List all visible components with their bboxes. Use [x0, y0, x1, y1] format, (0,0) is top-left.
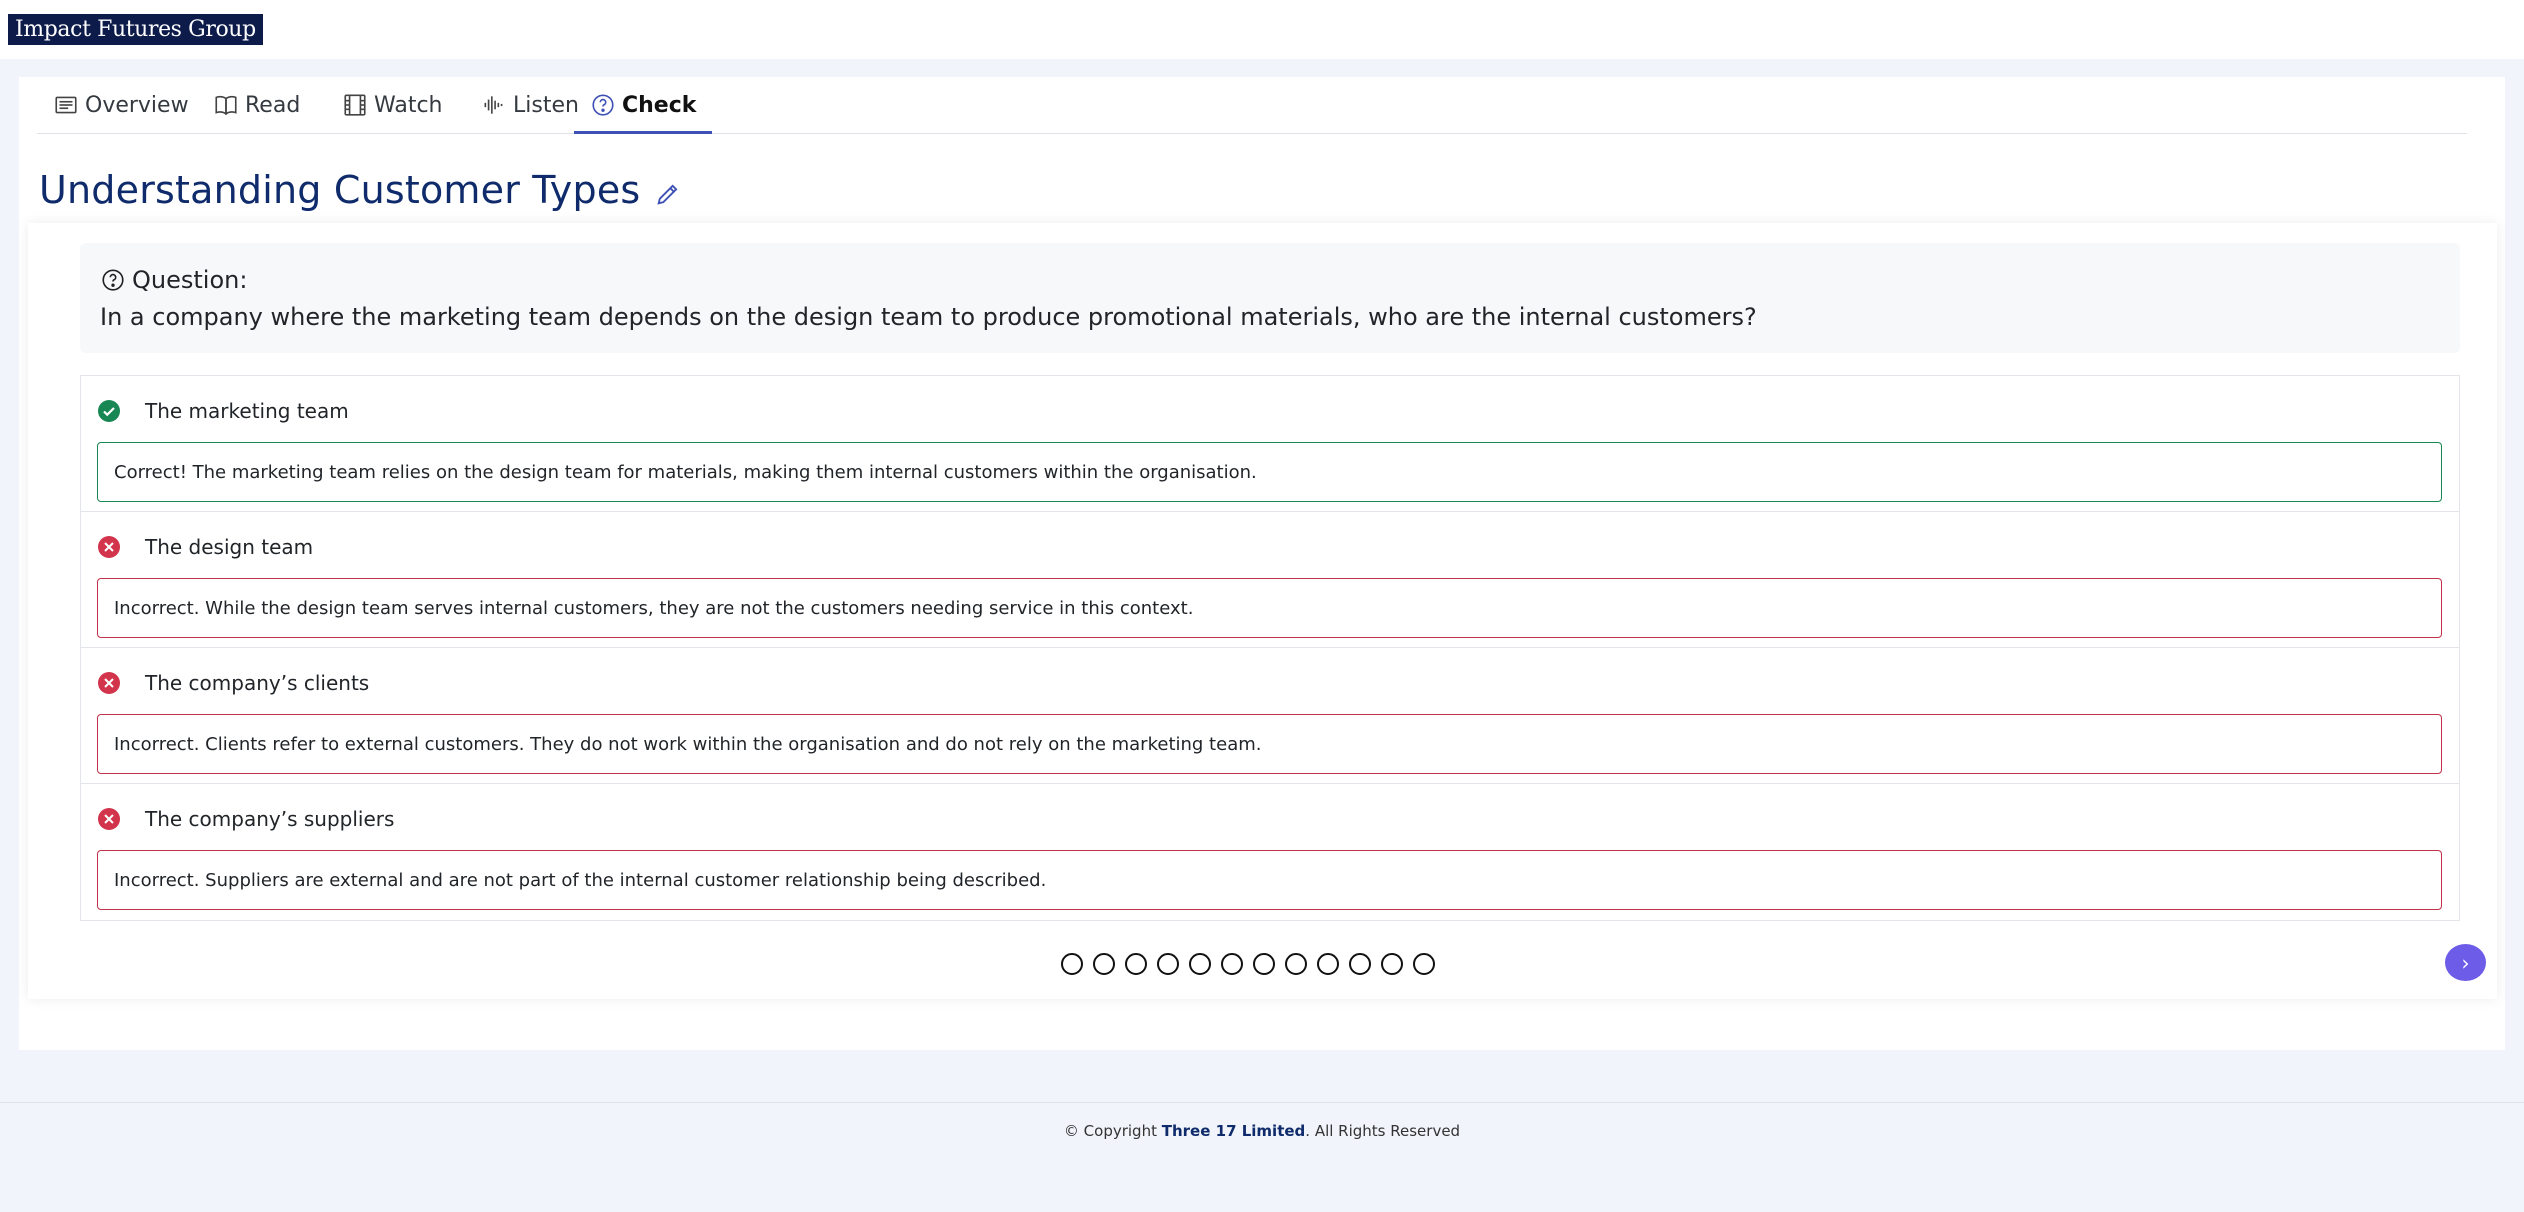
pencil-icon[interactable]	[654, 180, 682, 208]
pagination-dot[interactable]	[1381, 953, 1403, 975]
tab-watch[interactable]: Watch	[326, 77, 459, 133]
answer-label: The design team	[145, 535, 314, 559]
pagination-dot[interactable]	[1317, 953, 1339, 975]
book-icon	[215, 95, 237, 116]
footer-divider	[0, 1102, 2524, 1103]
question-text: In a company where the marketing team de…	[100, 303, 1757, 331]
page-title-row: Understanding Customer Types	[39, 163, 682, 217]
answer-header: The company’s suppliers	[97, 804, 394, 834]
top-bar: Impact Futures Group	[0, 0, 2524, 59]
content-card: Overview Read Watch Listen Check Underst…	[19, 77, 2505, 1050]
question-panel: Question: In a company where the marketi…	[28, 223, 2497, 999]
tab-label: Read	[245, 92, 301, 118]
answer-label: The marketing team	[145, 399, 349, 423]
copyright-company[interactable]: Three 17 Limited	[1162, 1122, 1306, 1140]
pagination-dot[interactable]	[1285, 953, 1307, 975]
question-circle-icon	[592, 94, 614, 116]
pagination-dot[interactable]	[1221, 953, 1243, 975]
answer-label: The company’s suppliers	[145, 807, 395, 831]
answer-feedback: Correct! The marketing team relies on th…	[97, 442, 2442, 502]
pagination-dot[interactable]	[1413, 953, 1435, 975]
answer-header: The marketing team	[97, 396, 349, 426]
footer: © Copyright Three 17 Limited. All Rights…	[0, 1122, 2524, 1146]
answer-feedback: Incorrect. Suppliers are external and ar…	[97, 850, 2442, 910]
tab-bar: Overview Read Watch Listen Check	[37, 77, 2467, 134]
audio-wave-icon	[484, 96, 503, 114]
tab-label: Listen	[513, 92, 579, 118]
answer-option[interactable]: The marketing team Correct! The marketin…	[81, 376, 2459, 512]
question-pagination	[1061, 953, 1435, 983]
pagination-dot[interactable]	[1157, 953, 1179, 975]
question-circle-icon	[102, 269, 124, 291]
x-circle-icon	[98, 536, 120, 558]
pagination-dot[interactable]	[1349, 953, 1371, 975]
check-circle-icon	[98, 400, 120, 422]
question-label-row: Question:	[100, 265, 2440, 295]
tab-read[interactable]: Read	[197, 77, 316, 133]
x-circle-icon	[98, 672, 120, 694]
question-label: Question:	[132, 266, 248, 294]
answer-feedback: Incorrect. Clients refer to external cus…	[97, 714, 2442, 774]
pagination-dot[interactable]	[1125, 953, 1147, 975]
answer-option[interactable]: The company’s clients Incorrect. Clients…	[81, 648, 2459, 784]
copyright-prefix: © Copyright	[1063, 1122, 1162, 1140]
list-icon	[55, 96, 77, 114]
question-box: Question: In a company where the marketi…	[80, 243, 2460, 353]
tab-label: Check	[622, 92, 697, 118]
pagination-dot[interactable]	[1189, 953, 1211, 975]
pagination-dot[interactable]	[1061, 953, 1083, 975]
pagination-dot[interactable]	[1253, 953, 1275, 975]
tab-overview[interactable]: Overview	[37, 77, 205, 133]
pagination-dot[interactable]	[1093, 953, 1115, 975]
answer-option[interactable]: The company’s suppliers Incorrect. Suppl…	[81, 784, 2459, 920]
answer-list: The marketing team Correct! The marketin…	[80, 375, 2460, 921]
copyright-suffix: . All Rights Reserved	[1305, 1122, 1461, 1140]
tab-label: Overview	[85, 92, 189, 118]
tab-check[interactable]: Check	[574, 77, 713, 134]
answer-header: The company’s clients	[97, 668, 369, 698]
answer-option[interactable]: The design team Incorrect. While the des…	[81, 512, 2459, 648]
film-icon	[344, 94, 366, 116]
logo[interactable]: Impact Futures Group	[8, 14, 263, 45]
tab-label: Watch	[374, 92, 443, 118]
next-question-button[interactable]: ›	[2445, 944, 2486, 981]
answer-label: The company’s clients	[145, 671, 370, 695]
x-circle-icon	[98, 808, 120, 830]
answer-feedback: Incorrect. While the design team serves …	[97, 578, 2442, 638]
answer-header: The design team	[97, 532, 313, 562]
page-title: Understanding Customer Types	[39, 168, 641, 212]
